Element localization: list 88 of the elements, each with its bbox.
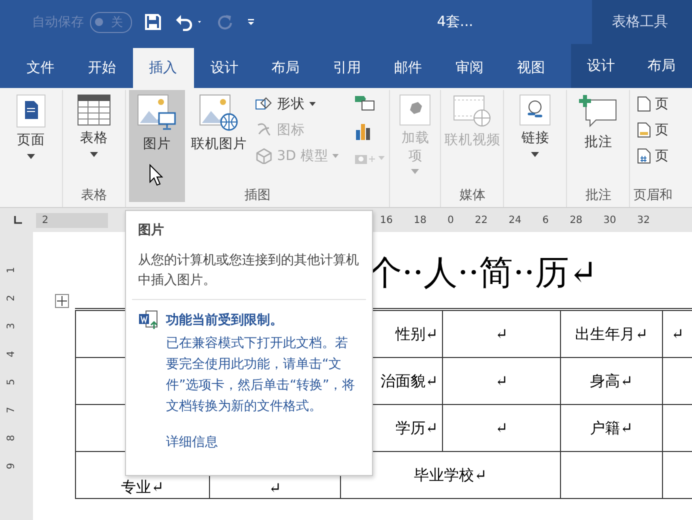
- ribbon-button[interactable]: 链接: [507, 90, 564, 176]
- ruler-number: 6: [542, 214, 549, 226]
- page-icon: [636, 148, 651, 164]
- cube-icon: [255, 148, 273, 164]
- page-icon: [636, 122, 651, 138]
- ruler-number: 9: [6, 462, 18, 470]
- ribbon-tab[interactable]: 文件: [10, 48, 72, 88]
- shapes-icon: [255, 96, 273, 112]
- ruler-number: 2: [42, 214, 48, 226]
- ruler-number: 30: [603, 214, 616, 226]
- tooltip-title: 图片: [138, 222, 165, 239]
- group-label: 媒体: [459, 187, 486, 204]
- ribbon-small-button[interactable]: 页: [634, 94, 671, 114]
- caret-icon: [411, 169, 420, 174]
- ribbon-tab[interactable]: 邮件: [378, 48, 439, 88]
- undo-icon[interactable]: [174, 13, 204, 31]
- caret-icon: [332, 154, 340, 158]
- caret-icon: [27, 154, 35, 159]
- contextual-title: 表格工具: [592, 0, 692, 44]
- table-cell: ↵: [442, 405, 560, 451]
- ruler-number: 2: [6, 294, 18, 302]
- table-cell: 出生年月↵: [560, 311, 662, 357]
- ruler-number: 5: [6, 378, 18, 386]
- comment-icon: [578, 94, 618, 130]
- ribbon-small-button[interactable]: 形状: [253, 94, 342, 114]
- ribbon-button[interactable]: 批注: [570, 90, 626, 176]
- word-document-icon: [138, 310, 160, 330]
- ruler-number: 4: [6, 350, 18, 358]
- page-icon: [16, 94, 46, 128]
- online-picture-icon: [199, 94, 239, 132]
- caret-icon: [531, 152, 540, 157]
- table-move-handle-icon[interactable]: [55, 294, 69, 308]
- mouse-pointer-icon: [149, 164, 163, 186]
- ribbon-tab[interactable]: 布局: [255, 48, 316, 88]
- page-icon: [636, 96, 651, 112]
- ribbon-tab[interactable]: 审阅: [438, 48, 500, 88]
- ribbon-tab[interactable]: 引用: [316, 48, 378, 88]
- ribbon-tab[interactable]: 设计: [571, 44, 631, 88]
- ribbon-button[interactable]: 联机图片: [185, 90, 253, 176]
- table-cell: 户籍↵: [560, 405, 662, 451]
- ruler-number: 1: [6, 266, 18, 274]
- ribbon-button[interactable]: 表格: [66, 90, 122, 176]
- table-cell: ↵: [442, 358, 560, 404]
- ribbon-button[interactable]: 页面: [3, 90, 59, 176]
- ribbon-small-button[interactable]: 页: [634, 146, 671, 166]
- table-cell: ↵: [442, 311, 560, 357]
- ruler-number: 18: [414, 214, 426, 226]
- icons-icon: [255, 122, 273, 138]
- caret-icon: [309, 102, 316, 106]
- ruler-number: 3: [6, 322, 18, 330]
- ruler-number: 16: [380, 214, 393, 226]
- customize-caret-icon[interactable]: [246, 17, 256, 27]
- table-icon: [77, 94, 111, 126]
- table-cell: 身高↵: [560, 358, 662, 404]
- tooltip-description: 从您的计算机或您连接到的其他计算机中插入图片。: [138, 252, 360, 290]
- caret-icon: [90, 152, 98, 157]
- ribbon-tab[interactable]: 布局: [630, 44, 692, 88]
- ruler-number: 7: [6, 406, 18, 414]
- ribbon-tab[interactable]: 设计: [194, 48, 256, 88]
- link-icon: [519, 94, 552, 126]
- save-icon[interactable]: [144, 13, 162, 31]
- ruler-number: 24: [508, 214, 522, 226]
- more-info-link[interactable]: 详细信息: [166, 433, 218, 452]
- smartart-icon: [354, 95, 376, 111]
- ruler-number: 32: [637, 214, 650, 226]
- ruler-number: 0: [447, 214, 454, 226]
- window-title: 4套...: [436, 13, 474, 31]
- group-label: 页眉和: [633, 187, 672, 204]
- ribbon-button[interactable]: 图片: [129, 90, 185, 202]
- ribbon-tab[interactable]: 开始: [71, 48, 133, 88]
- ruler-number: 8: [6, 434, 18, 442]
- ribbon-small-button[interactable]: 页: [634, 120, 671, 140]
- ribbon-tab[interactable]: 视图: [500, 48, 562, 88]
- warning-title: 功能当前受到限制。: [166, 312, 283, 330]
- addin-icon: [399, 94, 432, 126]
- group-label: 表格: [81, 187, 107, 204]
- caret-icon: [378, 156, 386, 160]
- table-cell: ↵: [662, 311, 692, 357]
- ruler-number: 28: [570, 214, 582, 226]
- tab-stop-selector-icon[interactable]: [13, 215, 23, 225]
- autosave-label: 自动保存: [32, 14, 84, 31]
- picture-icon: [137, 94, 177, 132]
- group-label: 插图: [244, 187, 271, 204]
- group-label: 批注: [585, 187, 612, 204]
- ruler-number: 22: [474, 214, 488, 226]
- video-icon: [452, 94, 492, 128]
- ribbon-tab[interactable]: 插入: [132, 48, 194, 88]
- bar-chart-icon: [354, 122, 372, 140]
